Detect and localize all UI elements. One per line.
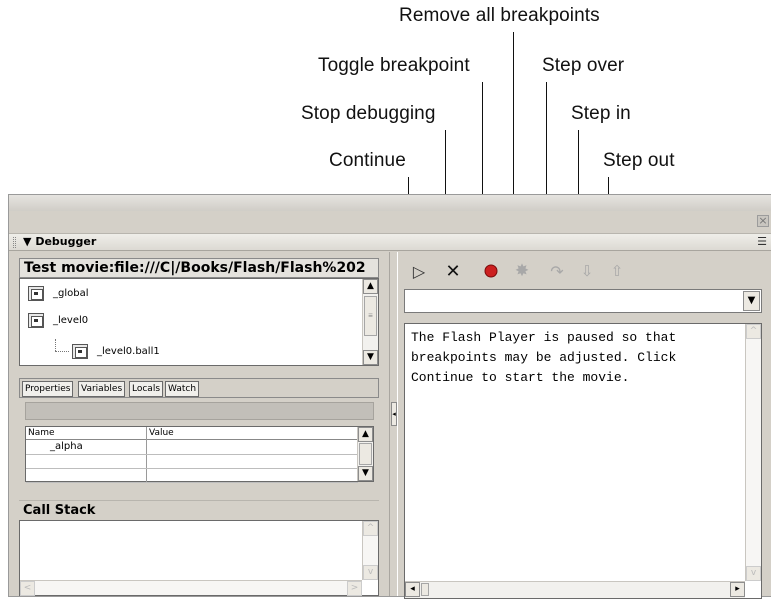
tree-item-level0-ball1[interactable]: _level0.ball1 xyxy=(72,341,160,361)
call-stack-title: Call Stack xyxy=(19,500,379,520)
step-in-button[interactable]: ⇩ xyxy=(576,260,598,282)
play-icon: ▷ xyxy=(412,261,426,281)
tree-scrollbar[interactable]: ▲ ≡ ▼ xyxy=(362,279,378,365)
movie-clip-icon xyxy=(28,312,44,328)
callout-step-out: Step out xyxy=(603,150,675,171)
step-over-icon: ↷ xyxy=(550,261,564,281)
property-value-field[interactable] xyxy=(25,402,374,420)
code-view[interactable]: The Flash Player is paused so that break… xyxy=(404,323,762,599)
movie-clip-icon xyxy=(72,343,88,359)
tab-properties[interactable]: Properties xyxy=(22,381,74,397)
display-list-tree: _global _level0 _level0.ball1 ▲ ≡ ▼ xyxy=(19,278,379,366)
close-icon[interactable]: × xyxy=(757,215,769,227)
scroll-down-icon[interactable]: ▼ xyxy=(358,466,373,481)
continue-button[interactable]: ▷ xyxy=(408,260,430,282)
call-stack-list: ^ v < > xyxy=(19,520,379,596)
step-in-icon: ⇩ xyxy=(580,262,594,280)
tree-item-level0[interactable]: _level0 xyxy=(28,310,88,330)
tree-connector xyxy=(55,351,69,352)
table-row[interactable] xyxy=(26,455,358,469)
remove-breakpoints-icon: ✸ xyxy=(514,261,530,281)
callout-remove-all-breakpoints: Remove all breakpoints xyxy=(399,5,600,26)
remove-all-breakpoints-button[interactable]: ✸ xyxy=(511,260,533,282)
properties-grid: Name Value _alpha ▲ ▼ xyxy=(25,426,374,483)
grid-header: Name Value xyxy=(26,427,358,440)
step-over-button[interactable]: ↷ xyxy=(546,260,568,282)
inspector-tabs: Properties Variables Locals Watch xyxy=(19,378,379,398)
tab-variables[interactable]: Variables xyxy=(78,381,126,397)
scroll-left-icon[interactable]: ◂ xyxy=(405,582,420,597)
debug-toolbar: ▷ ✕ ✸ ↷ ⇩ ⇧ xyxy=(398,258,768,284)
callout-step-in: Step in xyxy=(571,103,631,124)
scroll-thumb[interactable]: ≡ xyxy=(364,296,377,336)
scroll-up-icon[interactable]: ▲ xyxy=(358,427,373,442)
call-stack-hscrollbar[interactable]: < > xyxy=(20,580,362,596)
scroll-up-icon[interactable]: ^ xyxy=(363,521,378,536)
scroll-down-icon[interactable]: v xyxy=(746,566,761,581)
callout-step-over: Step over xyxy=(542,55,625,76)
callout-toggle-breakpoint: Toggle breakpoint xyxy=(318,55,470,76)
row-name: _alpha xyxy=(50,441,83,452)
movie-path-label: Test movie:file:///C|/Books/Flash/Flash%… xyxy=(19,258,379,278)
scroll-down-icon[interactable]: v xyxy=(363,565,378,580)
left-pane: Test movie:file:///C|/Books/Flash/Flash%… xyxy=(9,252,389,596)
panel-top-strip xyxy=(9,195,771,211)
panel-titlebar[interactable]: ▼ Debugger ☰ xyxy=(9,233,771,251)
table-row[interactable] xyxy=(26,469,358,483)
grid-scrollbar[interactable]: ▲ ▼ xyxy=(357,427,373,481)
table-row[interactable]: _alpha xyxy=(26,441,358,455)
collapse-arrow-icon[interactable]: ▼ xyxy=(23,235,31,248)
pane-splitter[interactable]: ◂ xyxy=(389,252,398,596)
scroll-left-icon[interactable]: < xyxy=(20,581,35,596)
tree-item-label: _level0.ball1 xyxy=(97,345,160,357)
toggle-breakpoint-button[interactable] xyxy=(480,260,502,282)
scroll-up-icon[interactable]: ▲ xyxy=(363,279,378,294)
tree-connector xyxy=(55,339,56,351)
callout-continue: Continue xyxy=(329,150,406,171)
code-hscrollbar[interactable]: ◂ ▸ xyxy=(405,581,745,598)
collapse-left-icon[interactable]: ◂ xyxy=(391,402,397,426)
breakpoint-dot-icon xyxy=(484,264,498,278)
tab-watch[interactable]: Watch xyxy=(165,381,200,397)
tab-locals[interactable]: Locals xyxy=(129,381,164,397)
call-stack-vscrollbar[interactable]: ^ v xyxy=(362,521,378,580)
debugger-message: The Flash Player is paused so that break… xyxy=(411,330,685,385)
step-out-icon: ⇧ xyxy=(610,262,624,280)
column-header-name[interactable]: Name xyxy=(26,427,146,440)
stop-x-icon: ✕ xyxy=(445,260,461,282)
scroll-down-icon[interactable]: ▼ xyxy=(363,350,378,365)
debugger-panel: × ▼ Debugger ☰ Test movie:file:///C|/Boo… xyxy=(8,194,771,599)
tree-item-label: _global xyxy=(53,287,89,299)
chevron-down-icon[interactable]: ▼ xyxy=(743,291,760,311)
tree-item-label: _level0 xyxy=(53,314,89,326)
grip-handle[interactable] xyxy=(13,237,16,248)
stop-debugging-button[interactable]: ✕ xyxy=(442,260,464,282)
scroll-right-icon[interactable]: ▸ xyxy=(730,582,745,597)
right-pane: ▷ ✕ ✸ ↷ ⇩ ⇧ ▼ The Flash Player is paused… xyxy=(398,252,771,599)
scroll-thumb[interactable] xyxy=(359,443,372,465)
step-out-button[interactable]: ⇧ xyxy=(606,260,628,282)
panel-title: ▼ Debugger xyxy=(23,235,96,248)
column-header-value[interactable]: Value xyxy=(146,427,358,440)
options-menu-icon[interactable]: ☰ xyxy=(757,235,767,248)
tree-item-global[interactable]: _global xyxy=(28,283,89,303)
panel-title-label: Debugger xyxy=(35,235,97,248)
callout-stop-debugging: Stop debugging xyxy=(301,103,436,124)
scroll-thumb[interactable] xyxy=(421,583,429,596)
scroll-up-icon[interactable]: ^ xyxy=(746,324,761,339)
code-vscrollbar[interactable]: ^ v xyxy=(745,324,761,581)
script-dropdown[interactable]: ▼ xyxy=(404,289,762,313)
movie-clip-icon xyxy=(28,285,44,301)
scroll-right-icon[interactable]: > xyxy=(347,581,362,596)
